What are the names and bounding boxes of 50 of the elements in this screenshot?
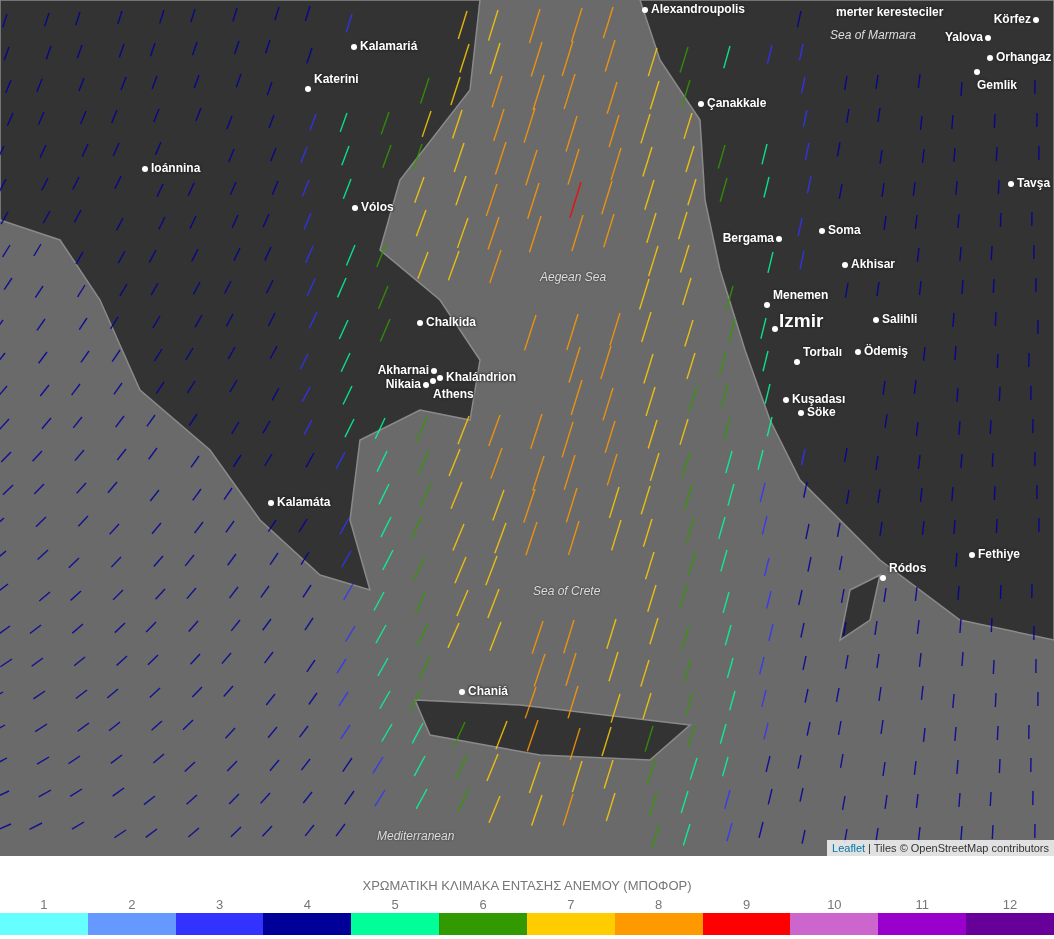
leaflet-link[interactable]: Leaflet [832,842,866,854]
city-label: Alexandroupolis [651,3,745,15]
city-label: Chalkida [426,316,476,328]
city-label: Körfez [993,13,1031,25]
city-label: Khalándrion [446,371,516,383]
legend-title: ΧΡΩΜΑΤΙΚΗ ΚΛΙΜΑΚΑ ΕΝΤΑΣΗΣ ΑΝΕΜΟΥ (ΜΠΟΦΟΡ) [362,878,692,893]
city-label: Katerini [314,73,359,85]
sea-label: Sea of Marmara [830,28,917,42]
city-label: Ioánnina [151,162,201,174]
city-label: Fethiye [978,548,1020,560]
city-label: Izmir [779,311,824,330]
city-label: Chaniá [468,685,508,697]
legend-number: 1 [40,897,48,913]
legend-number: 11 [915,897,929,913]
city-label: Akharnai [377,364,429,376]
city-label: Salihli [882,313,918,325]
legend-number: 4 [303,897,311,913]
city-label: Akhisar [851,258,896,270]
city-label: Ödemiş [864,345,908,357]
sea-label: Mediterranean [377,829,455,843]
sea-label: Sea of Crete [533,584,601,598]
city-label: Soma [828,224,861,236]
city-label: Yalova [944,31,983,43]
city-label: Kuşadası [792,393,846,405]
city-label: Söke [807,406,836,418]
legend-number: 9 [742,897,751,913]
city-label: Vólos [361,201,394,213]
legend-number: 2 [128,897,136,913]
legend-number: 5 [391,897,399,913]
city-label: Torbalı [803,346,843,358]
city-label: merter keresteciler [836,6,944,18]
city-label: Orhangaz [996,51,1052,63]
city-label: Bergama [722,232,774,244]
city-label: Kalamáta [277,496,331,508]
legend-number: 8 [655,897,663,913]
legend-number: 12 [1002,897,1018,913]
city-label: Gemlik [977,79,1018,91]
city-label: Menemen [773,289,829,301]
city-label: Ródos [889,562,927,574]
city-label: Athens [433,388,474,400]
sea-label: Aegean Sea [540,270,607,284]
legend-number: 3 [215,897,224,913]
city-label: Nikaia [385,378,421,390]
attribution-text: | Tiles © OpenStreetMap contributors [868,842,1049,854]
city-label: Tavşa [1017,177,1051,189]
legend-number: 7 [567,897,575,913]
legend-number: 6 [479,897,487,913]
city-label: Çanakkale [707,97,767,109]
legend-number: 10 [827,897,842,913]
city-label: Kalamariá [360,40,418,52]
